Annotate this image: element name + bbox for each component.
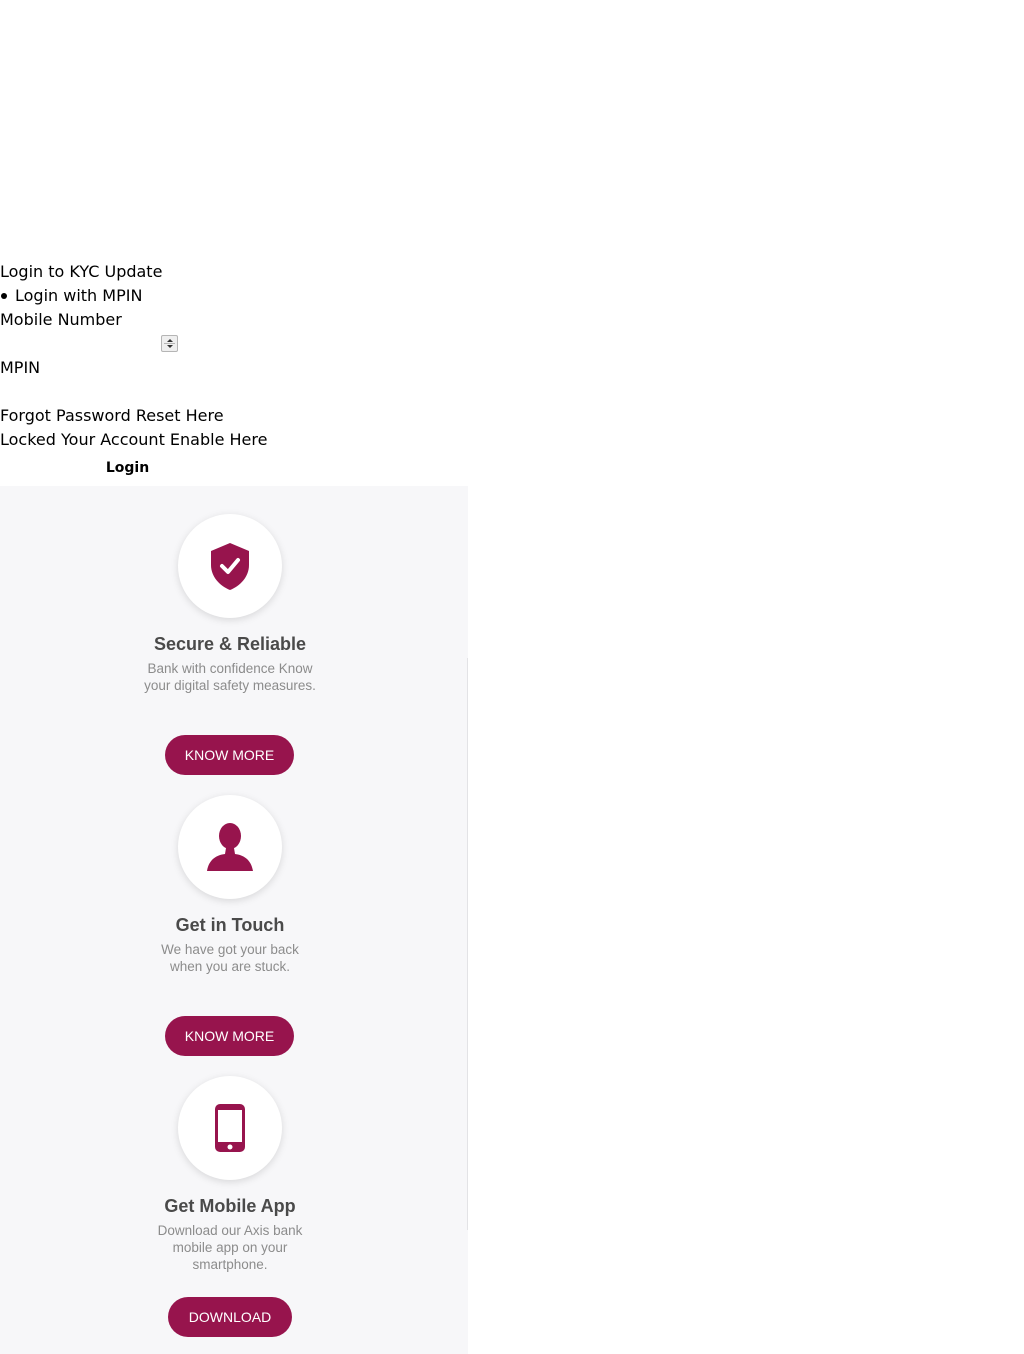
feature-panel: Secure & Reliable Bank with confidence K… (0, 486, 468, 1354)
know-more-security-button[interactable]: KNOW MORE (165, 735, 294, 775)
feature-title: Get in Touch (175, 915, 285, 935)
icon-circle (178, 514, 282, 618)
know-more-contact-button[interactable]: KNOW MORE (165, 1016, 294, 1056)
forgot-password-link[interactable]: Forgot Password Reset Here (0, 404, 320, 428)
panel-divider (467, 658, 468, 1230)
bullet-icon (1, 293, 7, 299)
feature-card-mobile-app: Get Mobile App Download our Axis bank mo… (0, 1076, 460, 1337)
feature-description: We have got your back when you are stuck… (161, 942, 299, 974)
download-app-button[interactable]: DOWNLOAD (168, 1297, 292, 1337)
feature-card-contact: Get in Touch We have got your back when … (0, 795, 460, 1056)
feature-description: Download our Axis bank mobile app on you… (157, 1223, 303, 1272)
mpin-input[interactable] (0, 380, 178, 402)
mobile-number-label: Mobile Number (0, 310, 122, 329)
number-spinner[interactable] (161, 335, 178, 352)
spinner-down-icon[interactable] (167, 345, 173, 348)
login-button[interactable]: Login (0, 456, 255, 480)
mobile-number-row (0, 332, 320, 356)
spinner-up-icon[interactable] (167, 339, 173, 342)
spinner-divider (164, 343, 175, 344)
icon-circle (178, 795, 282, 899)
login-mode-option[interactable]: Login with MPIN (0, 284, 320, 308)
feature-title: Get Mobile App (164, 1196, 296, 1216)
login-form: Login to KYC Update Login with MPIN Mobi… (0, 260, 320, 480)
login-mode-label: Login with MPIN (15, 286, 143, 305)
mpin-label: MPIN (0, 358, 41, 377)
feature-card-secure: Secure & Reliable Bank with confidence K… (0, 514, 460, 775)
mobile-number-input[interactable] (0, 332, 178, 354)
feature-description: Bank with confidence Know your digital s… (144, 661, 316, 693)
enable-account-link[interactable]: Locked Your Account Enable Here (0, 428, 320, 452)
feature-title: Secure & Reliable (153, 634, 307, 654)
person-icon (207, 823, 253, 871)
mpin-row (0, 380, 320, 404)
page: Login to KYC Update Login with MPIN Mobi… (0, 0, 1024, 1354)
login-heading: Login to KYC Update (0, 262, 163, 281)
shield-check-icon (211, 543, 249, 590)
mobile-phone-icon (215, 1104, 245, 1152)
icon-circle (178, 1076, 282, 1180)
